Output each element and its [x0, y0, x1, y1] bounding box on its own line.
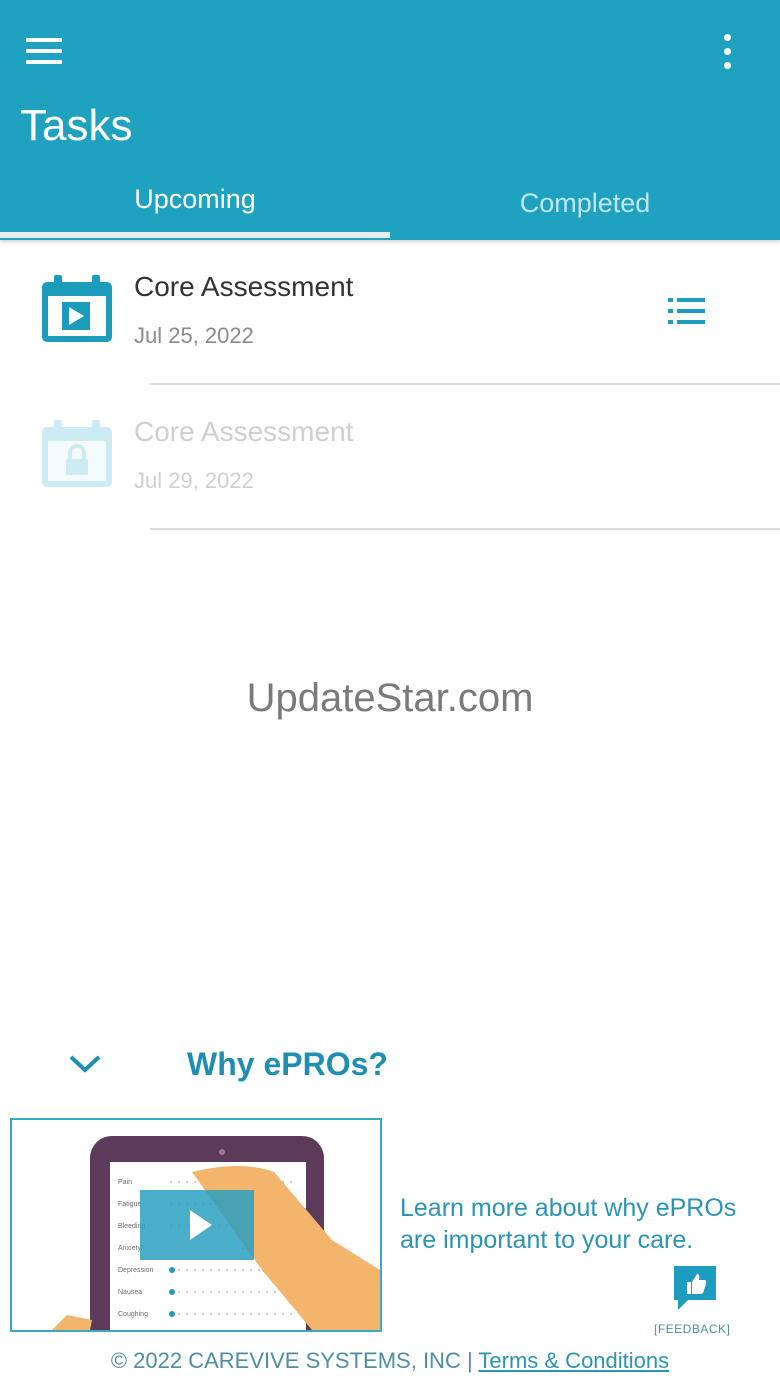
tab-completed[interactable]: Completed [390, 188, 780, 219]
page-title: Tasks [20, 101, 133, 150]
video-thumbnail[interactable]: Pain Fatigue Bleeding Anxiety Depression… [10, 1118, 382, 1332]
feedback-label: [FEEDBACK] [654, 1322, 731, 1336]
task-item[interactable]: Core Assessment Jul 25, 2022 [0, 240, 780, 385]
tab-upcoming[interactable]: Upcoming [0, 184, 390, 215]
more-vert-icon [723, 34, 731, 41]
feedback-button[interactable]: [FEEDBACK] [652, 1262, 742, 1342]
hamburger-icon [26, 38, 62, 42]
task-name: Core Assessment [134, 416, 354, 447]
terms-conditions-link[interactable]: Terms & Conditions [478, 1348, 669, 1373]
more-options-button[interactable] [714, 34, 740, 76]
tablet-illustration: Pain Fatigue Bleeding Anxiety Depression… [52, 1136, 380, 1330]
app-header: Tasks Upcoming Completed [0, 0, 780, 240]
svg-text:Anxiety: Anxiety [118, 1245, 141, 1252]
footer: © 2022 CAREVIVE SYSTEMS, INC | Terms & C… [0, 1348, 780, 1374]
copyright-text: © 2022 CAREVIVE SYSTEMS, INC | [110, 1348, 479, 1373]
divider [150, 528, 780, 530]
active-tab-indicator [0, 232, 390, 238]
svg-text:Depression: Depression [118, 1267, 154, 1274]
task-date: Jul 25, 2022 [134, 323, 254, 348]
svg-text:Nausea: Nausea [118, 1289, 142, 1296]
why-epros-toggle[interactable]: Why ePROs? [60, 1042, 480, 1092]
list-icon[interactable] [666, 296, 706, 326]
calendar-play-icon [42, 275, 112, 342]
svg-text:Fatigue: Fatigue [118, 1201, 141, 1208]
svg-text:Pain: Pain [118, 1179, 132, 1186]
task-name: Core Assessment [134, 271, 354, 302]
calendar-lock-icon [42, 420, 112, 487]
why-epros-title: Why ePROs? [187, 1046, 388, 1082]
task-date: Jul 29, 2022 [134, 468, 254, 493]
watermark-text: UpdateStar.com [246, 676, 534, 720]
chevron-down-icon [69, 1055, 101, 1073]
hamburger-menu-button[interactable] [24, 38, 66, 72]
thumbs-up-icon [674, 1266, 716, 1310]
task-item-locked: Core Assessment Jul 29, 2022 [0, 385, 780, 530]
svg-text:Coughing: Coughing [118, 1311, 148, 1318]
learn-more-text: Learn more about why ePROs are important… [400, 1194, 737, 1254]
